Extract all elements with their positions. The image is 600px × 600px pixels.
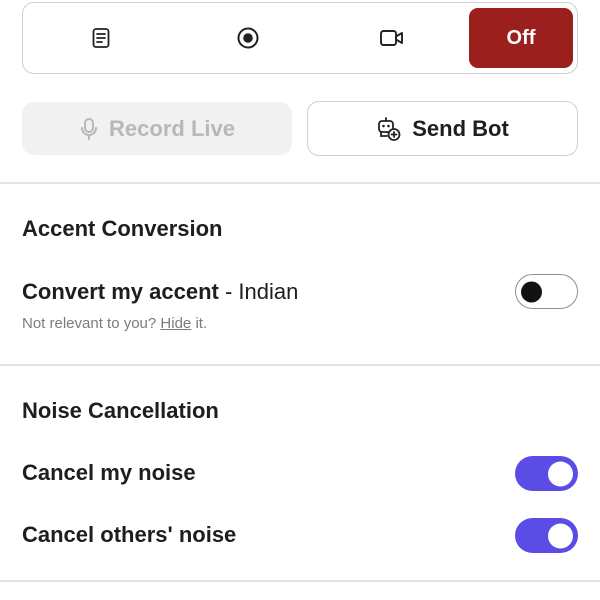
hide-link[interactable]: Hide [160,315,191,332]
off-mode-button[interactable]: Off [469,8,573,68]
notes-icon [92,28,110,48]
accent-language: Indian [238,279,299,304]
divider [0,182,600,184]
mode-segmented-control: Off [22,2,578,74]
noise-cancellation-title: Noise Cancellation [22,398,219,423]
hint-prefix: Not relevant to you? [22,315,161,332]
hint-suffix: it. [191,315,208,332]
cancel-others-noise-toggle[interactable] [515,518,578,553]
divider [0,580,600,582]
convert-accent-label: Convert my accent - Indian [22,279,298,305]
video-mode-button[interactable] [317,3,467,73]
record-icon [237,27,259,49]
convert-accent-toggle[interactable] [515,274,578,309]
microphone-icon [81,117,98,140]
record-mode-button[interactable] [179,3,317,73]
video-camera-icon [380,30,403,46]
toggle-knob [548,461,573,486]
send-bot-label: Send Bot [412,115,509,141]
cancel-my-noise-label: Cancel my noise [22,460,196,485]
toggle-knob [548,523,573,548]
notes-mode-button[interactable] [23,3,179,73]
bot-add-icon [378,116,401,141]
send-bot-button[interactable]: Send Bot [307,101,578,156]
accent-separator: - [218,279,239,304]
toggle-knob [521,281,542,302]
record-live-button[interactable]: Record Live [22,102,292,155]
cancel-my-noise-toggle[interactable] [515,456,578,491]
accent-conversion-title: Accent Conversion [22,216,223,241]
convert-accent-text: Convert my accent [22,279,219,304]
record-live-label: Record Live [109,115,235,141]
cancel-others-noise-label: Cancel others' noise [22,522,237,547]
audio-settings-panel: Off Record Live Send Bot Accent Conversi… [0,0,600,600]
divider [0,364,600,366]
accent-hint: Not relevant to you? Hide it. [22,315,207,332]
